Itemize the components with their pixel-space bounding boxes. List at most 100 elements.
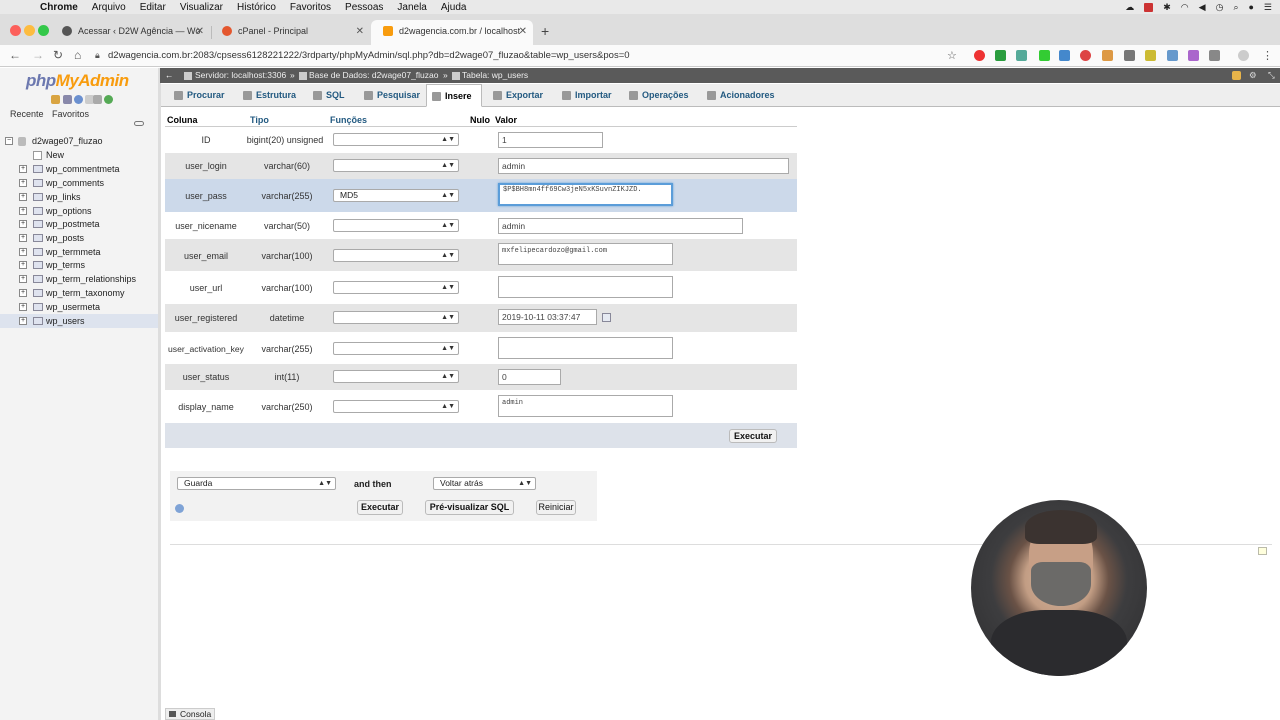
function-select[interactable]: MD5 ▲▼ bbox=[333, 189, 459, 202]
save-mode-select[interactable]: Guarda ▲▼ bbox=[177, 477, 336, 490]
execute-button[interactable]: Executar bbox=[357, 500, 403, 515]
expand-icon[interactable]: + bbox=[19, 234, 27, 242]
tree-table[interactable]: + wp_options bbox=[0, 204, 160, 218]
collapse-top-icon[interactable]: ⤡ bbox=[1268, 68, 1275, 83]
close-tab-icon[interactable]: ✕ bbox=[519, 20, 527, 43]
menu-arquivo[interactable]: Arquivo bbox=[92, 2, 126, 13]
extension-palette-icon[interactable] bbox=[1188, 50, 1199, 61]
tree-table[interactable]: + wp_terms bbox=[0, 258, 160, 272]
extension-font-icon[interactable] bbox=[1124, 50, 1135, 61]
breadcrumb-table[interactable]: Tabela: wp_users bbox=[462, 68, 528, 83]
help-icon[interactable] bbox=[74, 95, 83, 104]
extension-red-icon[interactable] bbox=[1080, 50, 1091, 61]
back-icon[interactable]: ← bbox=[9, 48, 21, 62]
reload-icon[interactable] bbox=[104, 95, 113, 104]
bookmark-star-icon[interactable]: ☆ bbox=[947, 49, 957, 62]
function-select[interactable]: ▲▼ bbox=[333, 400, 459, 413]
close-tab-icon[interactable]: ✕ bbox=[356, 20, 364, 43]
tab-importar[interactable]: Importar bbox=[557, 84, 612, 107]
collapse-panel-icon[interactable]: ← bbox=[165, 68, 174, 83]
function-select[interactable]: ▲▼ bbox=[333, 281, 459, 294]
tab-favoritos[interactable]: Favoritos bbox=[52, 109, 89, 119]
user-icon[interactable]: ● bbox=[1248, 2, 1253, 12]
settings-gear-icon[interactable]: ⚙ bbox=[1249, 68, 1257, 83]
header-tipo[interactable]: Tipo bbox=[250, 115, 269, 125]
zoom-window-icon[interactable] bbox=[38, 25, 49, 36]
function-select[interactable]: ▲▼ bbox=[333, 133, 459, 146]
expand-icon[interactable]: + bbox=[19, 261, 27, 269]
execute-button[interactable]: Executar bbox=[729, 429, 777, 443]
extension-cloud-icon[interactable] bbox=[1209, 50, 1220, 61]
menu-ajuda[interactable]: Ajuda bbox=[441, 2, 467, 13]
clock-icon[interactable]: ◷ bbox=[1216, 2, 1224, 13]
exit-icon[interactable] bbox=[63, 95, 72, 104]
extension-evernote-icon[interactable] bbox=[1039, 50, 1050, 61]
tree-table-selected[interactable]: + wp_users bbox=[0, 314, 160, 328]
extension-cast-icon[interactable] bbox=[1167, 50, 1178, 61]
after-insert-select[interactable]: Voltar atrás ▲▼ bbox=[433, 477, 536, 490]
console-tab[interactable]: Consola bbox=[165, 708, 215, 720]
header-funcoes[interactable]: Funções bbox=[330, 115, 367, 125]
record-icon[interactable] bbox=[1144, 2, 1154, 12]
expand-icon[interactable]: + bbox=[19, 248, 27, 256]
reset-button[interactable]: Reiniciar bbox=[536, 500, 576, 515]
phpmyadmin-logo[interactable]: phpMyAdmin bbox=[26, 71, 129, 91]
profile-avatar-icon[interactable] bbox=[1238, 50, 1249, 61]
function-select[interactable]: ▲▼ bbox=[333, 311, 459, 324]
tab-operacoes[interactable]: Operações bbox=[624, 84, 689, 107]
bluetooth-icon[interactable]: ✱ bbox=[1163, 2, 1171, 13]
settings-icon[interactable] bbox=[93, 95, 102, 104]
tab-insere[interactable]: Insere bbox=[426, 84, 482, 107]
tab-sql[interactable]: SQL bbox=[308, 84, 345, 107]
tree-table[interactable]: + wp_term_taxonomy bbox=[0, 286, 160, 300]
tab-wordpress-login[interactable]: Acessar ‹ D2W Agência — Wo ✕ bbox=[50, 20, 210, 45]
tab-exportar[interactable]: Exportar bbox=[488, 84, 543, 107]
function-select[interactable]: ▲▼ bbox=[333, 342, 459, 355]
value-textarea[interactable] bbox=[498, 337, 673, 359]
close-window-icon[interactable] bbox=[10, 25, 21, 36]
home-icon[interactable]: ⌂ bbox=[74, 48, 81, 62]
tree-table[interactable]: + wp_termmeta bbox=[0, 245, 160, 259]
chrome-extension-icon[interactable] bbox=[974, 50, 985, 61]
tree-table[interactable]: + wp_commentmeta bbox=[0, 162, 160, 176]
function-select[interactable]: ▲▼ bbox=[333, 370, 459, 383]
function-select[interactable]: ▲▼ bbox=[333, 249, 459, 262]
tab-procurar[interactable]: Procurar bbox=[169, 84, 225, 107]
lock-icon[interactable] bbox=[1232, 71, 1241, 80]
value-input[interactable]: admin bbox=[498, 158, 789, 174]
function-select[interactable]: ▲▼ bbox=[333, 219, 459, 232]
menu-visualizar[interactable]: Visualizar bbox=[180, 2, 223, 13]
tree-table[interactable]: + wp_term_relationships bbox=[0, 272, 160, 286]
breadcrumb-server[interactable]: Servidor: localhost:3306 bbox=[195, 68, 286, 83]
expand-icon[interactable]: + bbox=[19, 165, 27, 173]
home-icon[interactable] bbox=[51, 95, 60, 104]
extension-blue-icon[interactable] bbox=[1059, 50, 1070, 61]
cloud-icon[interactable]: ☁ bbox=[1125, 2, 1134, 13]
tree-table[interactable]: + wp_usermeta bbox=[0, 300, 160, 314]
breadcrumb-database[interactable]: Base de Dados: d2wage07_fluzao bbox=[309, 68, 438, 83]
help-icon[interactable] bbox=[175, 504, 184, 513]
url-input[interactable]: d2wagencia.com.br:2083/cpsess6128221222/… bbox=[108, 47, 948, 64]
tree-table[interactable]: + wp_postmeta bbox=[0, 217, 160, 231]
extension-green-icon[interactable] bbox=[995, 50, 1006, 61]
link-icon[interactable] bbox=[134, 121, 144, 126]
tab-acionadores[interactable]: Acionadores bbox=[702, 84, 775, 107]
tree-new[interactable]: New bbox=[0, 148, 160, 162]
extension-download-icon[interactable] bbox=[1016, 50, 1027, 61]
reload-icon[interactable]: ↻ bbox=[53, 48, 63, 62]
extension-gear-icon[interactable] bbox=[1102, 50, 1113, 61]
datetime-input[interactable]: 2019-10-11 03:37:47 bbox=[498, 309, 597, 325]
tree-table[interactable]: + wp_posts bbox=[0, 231, 160, 245]
calendar-icon[interactable] bbox=[602, 313, 611, 322]
chrome-menu-icon[interactable]: ⋮ bbox=[1262, 49, 1273, 62]
new-tab-button[interactable]: + bbox=[541, 23, 549, 39]
menu-app-chrome[interactable]: Chrome bbox=[40, 2, 78, 13]
menu-pessoas[interactable]: Pessoas bbox=[345, 2, 383, 13]
value-input[interactable]: 1 bbox=[498, 132, 603, 148]
expand-icon[interactable]: + bbox=[19, 289, 27, 297]
menu-janela[interactable]: Janela bbox=[397, 2, 426, 13]
expand-icon[interactable]: + bbox=[19, 220, 27, 228]
value-input[interactable]: 0 bbox=[498, 369, 561, 385]
wifi-icon[interactable]: ◠ bbox=[1181, 2, 1189, 13]
expand-icon[interactable]: + bbox=[19, 275, 27, 283]
